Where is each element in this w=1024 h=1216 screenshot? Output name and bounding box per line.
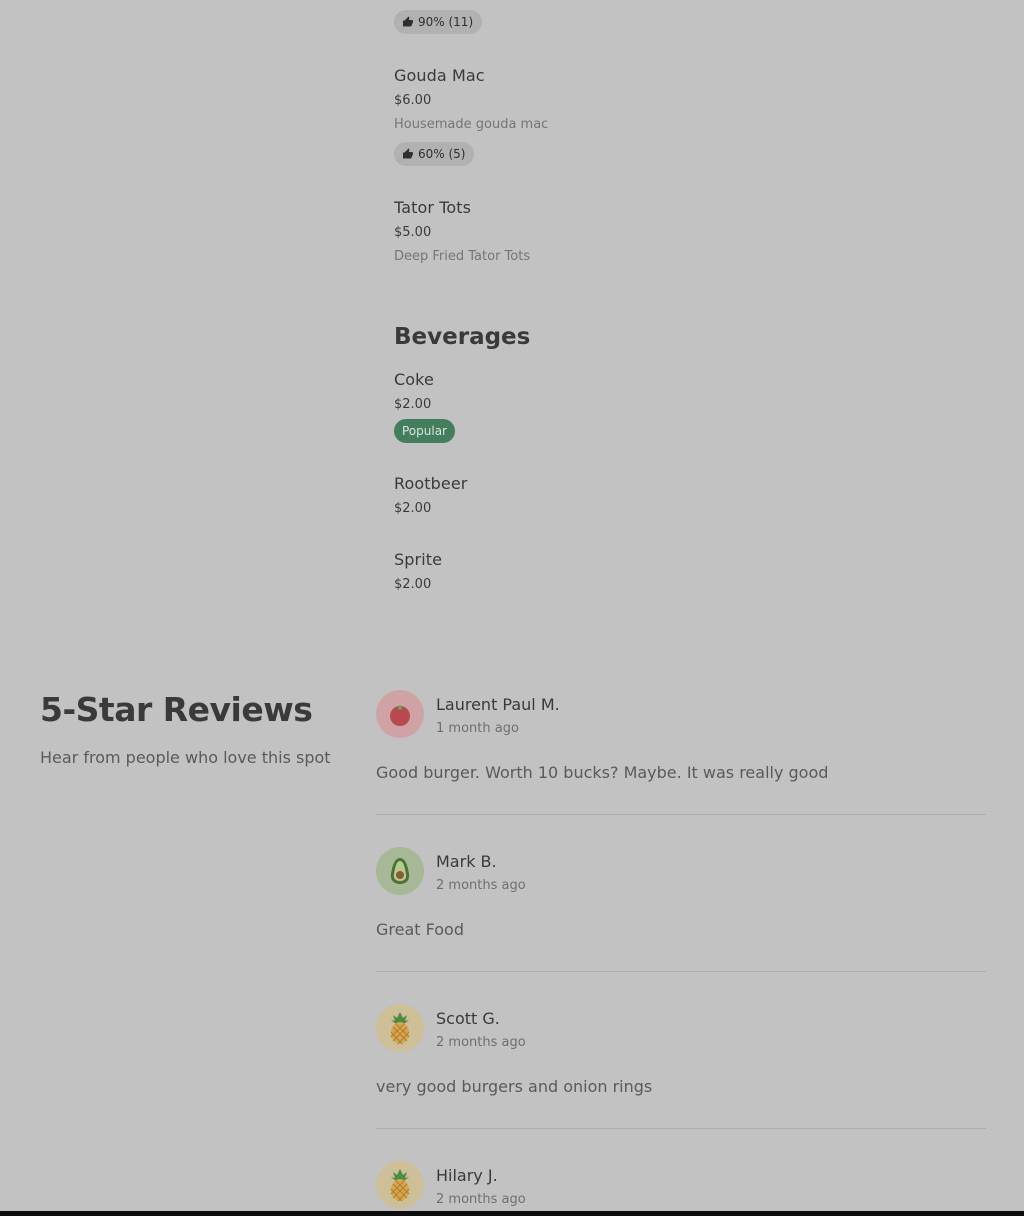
avatar (376, 1161, 424, 1209)
rating-text: 60% (5) (418, 147, 466, 161)
item-name: Gouda Mac (394, 66, 485, 85)
avocado-icon (390, 858, 410, 884)
reviewer-name: Hilary J. (436, 1166, 498, 1185)
item-name: Coke (394, 370, 434, 389)
popular-badge: Popular (394, 419, 455, 443)
bottom-bar (0, 1211, 1024, 1216)
item-description: Deep Fried Tator Tots (394, 249, 531, 264)
review-text: very good burgers and onion rings (376, 1077, 653, 1096)
reviewer-name: Laurent Paul M. (436, 695, 560, 714)
item-price: $2.00 (394, 397, 432, 412)
item-name: Sprite (394, 550, 443, 569)
reviewer-name: Mark B. (436, 852, 497, 871)
thumbs-up-icon (403, 16, 413, 27)
item-price: $6.00 (394, 93, 432, 108)
review-text: Good burger. Worth 10 bucks? Maybe. It w… (376, 763, 829, 782)
avatar (376, 1004, 424, 1052)
avatar (376, 847, 424, 895)
rating-badge: 90% (11) (394, 10, 483, 34)
rating-text: 90% (11) (418, 15, 474, 29)
tomato-icon (390, 705, 410, 726)
pineapple-icon (390, 1169, 410, 1202)
pineapple-icon (390, 1012, 410, 1045)
reviews-heading: 5-Star Reviews (40, 690, 313, 729)
review-date: 2 months ago (436, 1035, 526, 1050)
item-price: $5.00 (394, 225, 432, 240)
item-description: Housemade gouda mac (394, 117, 549, 132)
reviews-subtitle: Hear from people who love this spot (40, 748, 331, 767)
item-price: $2.00 (394, 501, 432, 516)
review-text: Great Food (376, 920, 464, 939)
review-date: 1 month ago (436, 721, 519, 736)
section-title-beverages: Beverages (394, 324, 531, 350)
review-date: 2 months ago (436, 878, 526, 893)
rating-badge: 60% (5) (394, 142, 475, 166)
divider (376, 1128, 986, 1129)
thumbs-up-icon (403, 148, 413, 159)
item-price: $2.00 (394, 577, 432, 592)
divider (376, 814, 986, 815)
avatar (376, 690, 424, 738)
review-date: 2 months ago (436, 1192, 526, 1207)
divider (376, 971, 986, 972)
item-name: Rootbeer (394, 474, 468, 493)
item-name: Tator Tots (394, 198, 472, 217)
reviewer-name: Scott G. (436, 1009, 500, 1028)
